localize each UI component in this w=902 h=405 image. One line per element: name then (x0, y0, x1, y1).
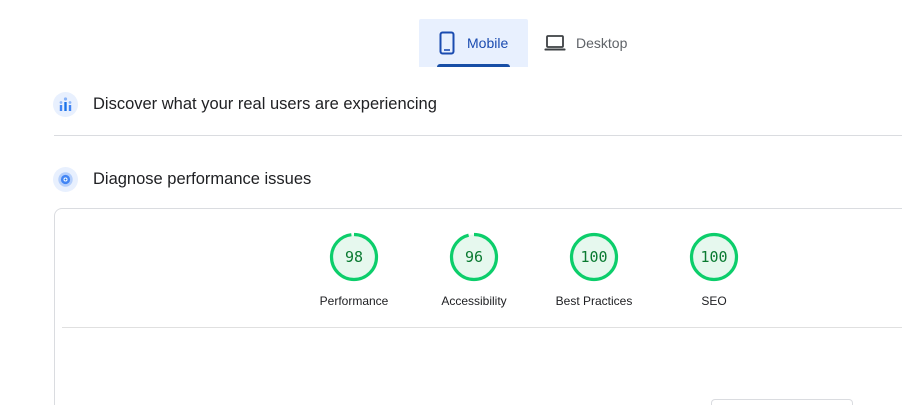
tab-mobile[interactable]: Mobile (419, 19, 528, 67)
score-ring: 100 (569, 232, 619, 282)
score-value: 100 (700, 248, 728, 266)
score-label: Accessibility (441, 294, 507, 308)
card-divider (62, 327, 902, 328)
tab-selected-indicator (437, 64, 510, 67)
score-value: 98 (344, 248, 364, 266)
score-ring: 98 (329, 232, 379, 282)
score-label: Performance (319, 294, 389, 308)
laptop-icon (544, 34, 566, 52)
gauge-seo[interactable]: 100 SEO (659, 232, 769, 308)
partially-visible-control[interactable] (711, 399, 853, 405)
score-label: Best Practices (555, 294, 633, 308)
tab-desktop[interactable]: Desktop (544, 19, 644, 67)
smartphone-icon (438, 31, 456, 55)
score-ring: 100 (689, 232, 739, 282)
section-diagnose[interactable]: Diagnose performance issues (53, 167, 311, 192)
section-real-users[interactable]: Discover what your real users are experi… (53, 92, 437, 117)
tab-mobile-label: Mobile (467, 35, 509, 51)
section-diagnose-title: Diagnose performance issues (93, 170, 312, 188)
users-chart-icon (53, 92, 78, 117)
section-real-users-title: Discover what your real users are experi… (93, 95, 437, 113)
tab-desktop-label: Desktop (576, 35, 628, 51)
section-divider (54, 135, 902, 136)
gauge-best-practices[interactable]: 100 Best Practices (539, 232, 649, 308)
score-value: 100 (580, 248, 608, 266)
score-value: 96 (464, 248, 484, 266)
pagespeed-report: Mobile Desktop Discover what your real u… (0, 0, 902, 405)
gauge-accessibility[interactable]: 96 Accessibility (419, 232, 529, 308)
gauge-performance[interactable]: 98 Performance (299, 232, 409, 308)
target-icon (53, 167, 78, 192)
score-ring: 96 (449, 232, 499, 282)
score-label: SEO (701, 294, 727, 308)
